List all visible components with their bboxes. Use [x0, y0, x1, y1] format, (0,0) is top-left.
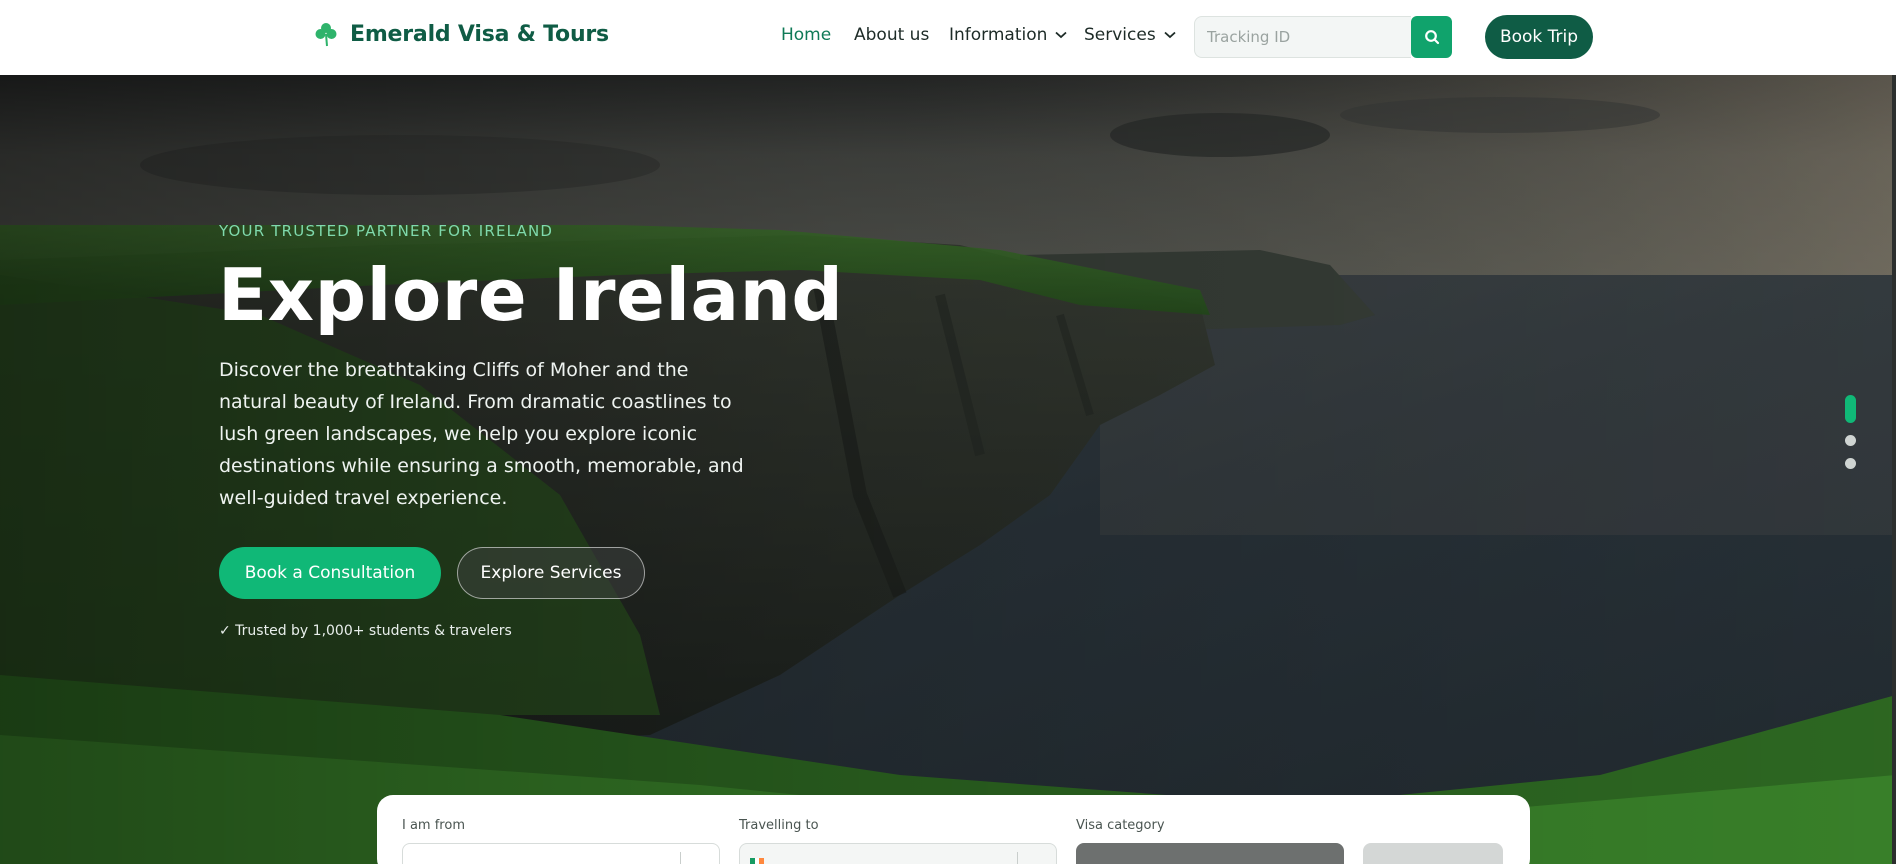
- nav-services-label: Services: [1084, 25, 1156, 45]
- chevron-down-icon: [1055, 31, 1068, 39]
- from-country-select[interactable]: [402, 843, 720, 864]
- nav-home[interactable]: Home: [781, 25, 831, 45]
- hero-description: Discover the breathtaking Cliffs of Mohe…: [219, 359, 744, 509]
- to-country-select[interactable]: [739, 843, 1057, 864]
- search-button[interactable]: [1411, 16, 1452, 58]
- book-trip-button[interactable]: Book Trip: [1485, 15, 1593, 59]
- visa-booking-card: I am from Travelling to Visa category: [377, 795, 1530, 864]
- nav-information[interactable]: Information: [949, 25, 1068, 45]
- book-consultation-button[interactable]: Book a Consultation: [219, 547, 441, 599]
- hero-title: Explore Ireland: [218, 253, 844, 337]
- slide-dot-3[interactable]: [1845, 458, 1856, 469]
- tracking-id-input[interactable]: [1194, 16, 1411, 58]
- hero-section: YOUR TRUSTED PARTNER FOR IRELAND Explore…: [0, 75, 1896, 864]
- visa-category-label: Visa category: [1076, 818, 1165, 833]
- nav-services[interactable]: Services: [1084, 25, 1176, 45]
- visa-category-select[interactable]: [1076, 843, 1344, 864]
- nav-about-us[interactable]: About us: [854, 25, 929, 45]
- select-divider: [1017, 852, 1018, 864]
- from-label: I am from: [402, 818, 465, 833]
- search-icon: [1424, 30, 1439, 45]
- site-header: Emerald Visa & Tours Home About us Infor…: [0, 0, 1896, 75]
- trust-note: ✓ Trusted by 1,000+ students & travelers: [219, 623, 512, 639]
- slider-pagination: [1845, 395, 1857, 481]
- explore-services-button[interactable]: Explore Services: [457, 547, 645, 599]
- nav-information-label: Information: [949, 25, 1048, 45]
- booking-submit-button[interactable]: [1363, 843, 1503, 864]
- chevron-down-icon: [1164, 31, 1176, 39]
- main-nav: Home About us Information Services: [0, 25, 1896, 49]
- ireland-flag-icon: [750, 858, 765, 864]
- page-scrollbar[interactable]: [1892, 75, 1896, 864]
- hero-eyebrow: YOUR TRUSTED PARTNER FOR IRELAND: [219, 222, 554, 240]
- slide-dot-1[interactable]: [1845, 395, 1856, 423]
- tracking-search: [1194, 16, 1417, 58]
- slide-dot-2[interactable]: [1845, 435, 1856, 446]
- to-label: Travelling to: [739, 818, 819, 833]
- select-divider: [680, 852, 681, 864]
